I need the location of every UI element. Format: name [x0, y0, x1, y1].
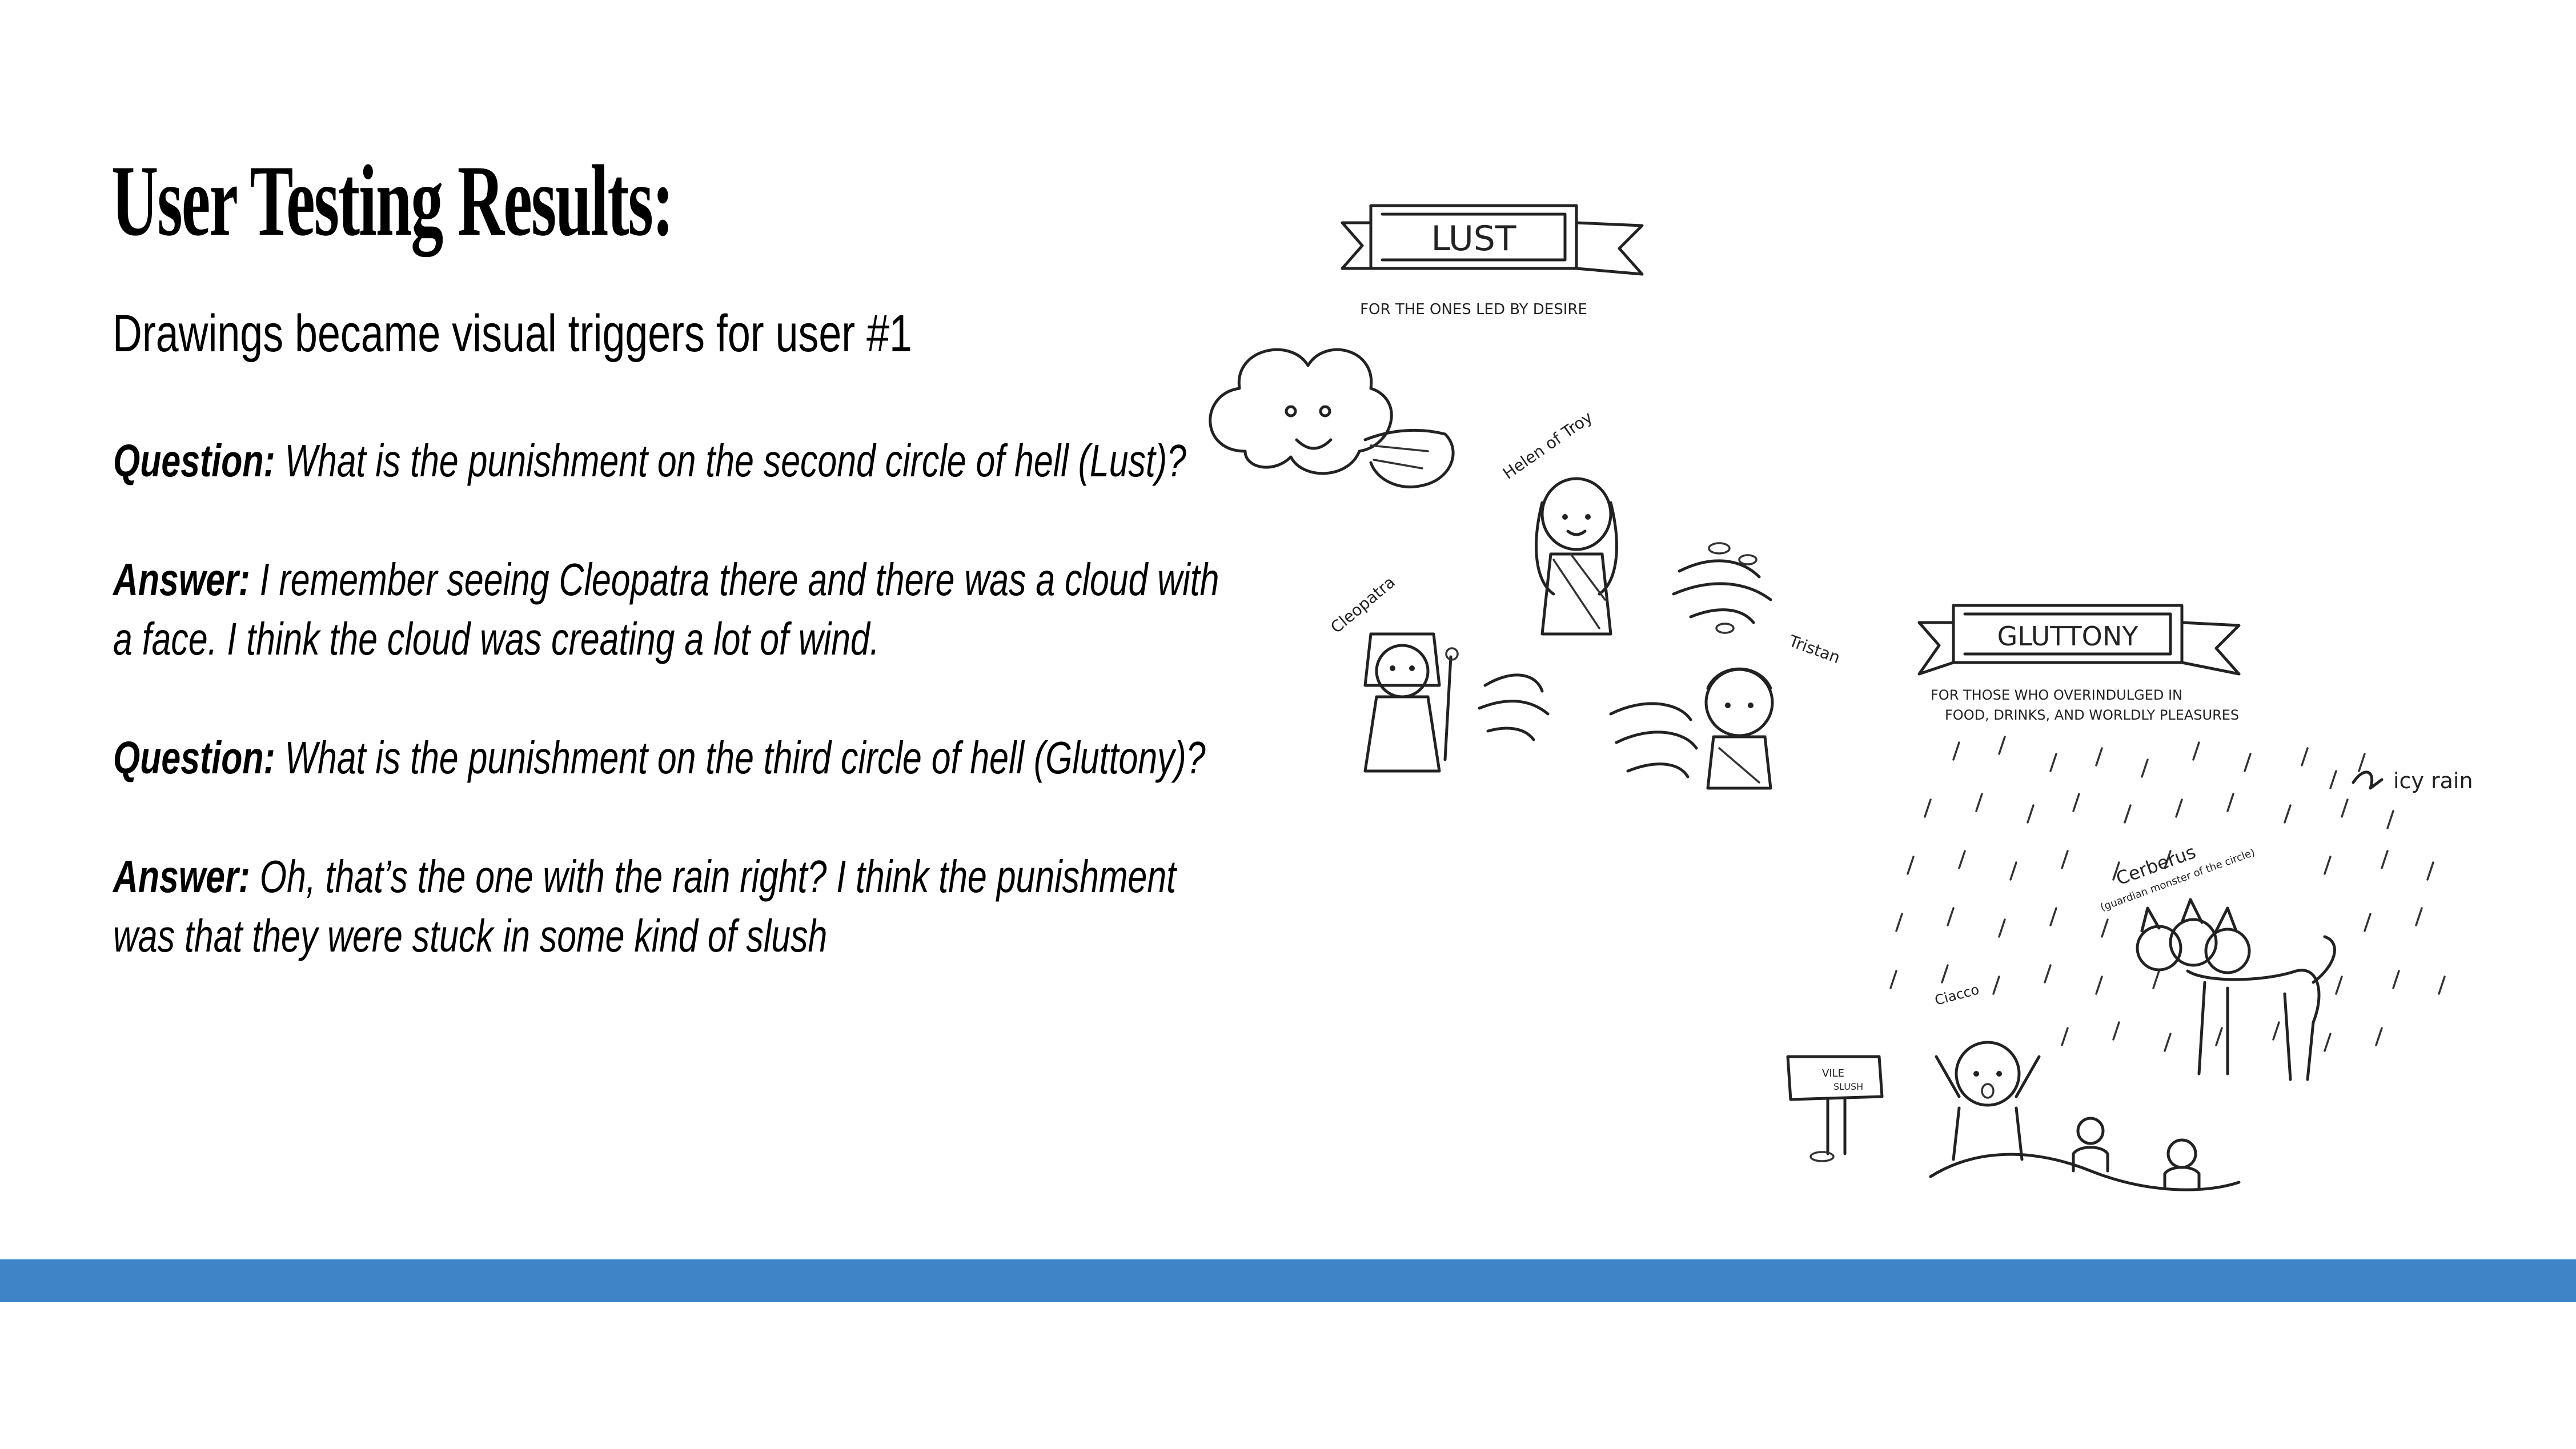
- slide-title: User Testing Results:: [111, 144, 674, 257]
- icy-rain-label: icy rain: [2393, 768, 2473, 793]
- answer-label: Answer:: [113, 554, 250, 605]
- answer-label: Answer:: [113, 851, 250, 902]
- answer-gluttony: Answer: Oh, that’s the one with the rain…: [113, 847, 1242, 966]
- question-gluttony: Question: What is the punishment on the …: [113, 728, 1242, 788]
- wind-gust-icon: [1478, 673, 1550, 741]
- gluttony-caption-line1: FOR THOSE WHO OVERINDULGED IN: [1931, 687, 2182, 703]
- wind-leaves-icon: [1672, 542, 1772, 634]
- question-label: Question:: [113, 732, 275, 783]
- cerberus-icon: [2136, 898, 2336, 1081]
- arrow-icon: [2352, 770, 2384, 790]
- cleopatra-figure-icon: [1363, 632, 1459, 773]
- ciacco-label: Ciacco: [1933, 981, 1981, 1009]
- answer-text: I remember seeing Cleopatra there and th…: [113, 554, 1219, 664]
- lust-caption: FOR THE ONES LED BY DESIRE: [1360, 301, 1587, 318]
- ciacco-figure-icon: [1935, 1041, 2041, 1161]
- sinner-figure-icon: [2072, 1117, 2109, 1173]
- inferno-sketch-illustration: LUST FOR THE ONES LED BY DESIRE Helen of…: [1177, 183, 2547, 1211]
- sinner-figure-icon: [2163, 1138, 2201, 1190]
- tristan-label: Tristan: [1786, 631, 1843, 667]
- cleopatra-label: Cleopatra: [1327, 572, 1399, 637]
- slide-subtitle: Drawings became visual triggers for user…: [113, 304, 912, 363]
- wind-gust-icon: [1609, 702, 1698, 778]
- bottom-accent-bar: [0, 1259, 2576, 1302]
- tristan-figure-icon: [1704, 667, 1774, 790]
- gluttony-caption-line2: FOOD, DRINKS, AND WORLDLY PLEASURES: [1945, 707, 2239, 723]
- icy-rain-icon: [1889, 736, 2446, 1052]
- answer-text: Oh, that’s the one with the rain right? …: [113, 851, 1177, 961]
- lust-banner-label: LUST: [1431, 219, 1516, 259]
- wind-cloud-icon: [1209, 348, 1455, 489]
- question-text: What is the punishment on the second cir…: [284, 435, 1186, 486]
- qa-block: Question: What is the punishment on the …: [113, 431, 1242, 1025]
- answer-lust: Answer: I remember seeing Cleopatra ther…: [113, 550, 1242, 669]
- sketch-svg: LUST FOR THE ONES LED BY DESIRE Helen of…: [1209, 204, 2473, 1191]
- helen-label: Helen of Troy: [1499, 407, 1596, 483]
- gluttony-banner-label: GLUTTONY: [1997, 621, 2139, 652]
- question-text: What is the punishment on the third circ…: [284, 732, 1206, 783]
- question-lust: Question: What is the punishment on the …: [113, 431, 1242, 491]
- helen-figure-icon: [1535, 477, 1618, 636]
- question-label: Question:: [113, 435, 275, 486]
- sign-line1: VILE: [1822, 1067, 1844, 1079]
- sign-line2: SLUSH: [1833, 1081, 1863, 1092]
